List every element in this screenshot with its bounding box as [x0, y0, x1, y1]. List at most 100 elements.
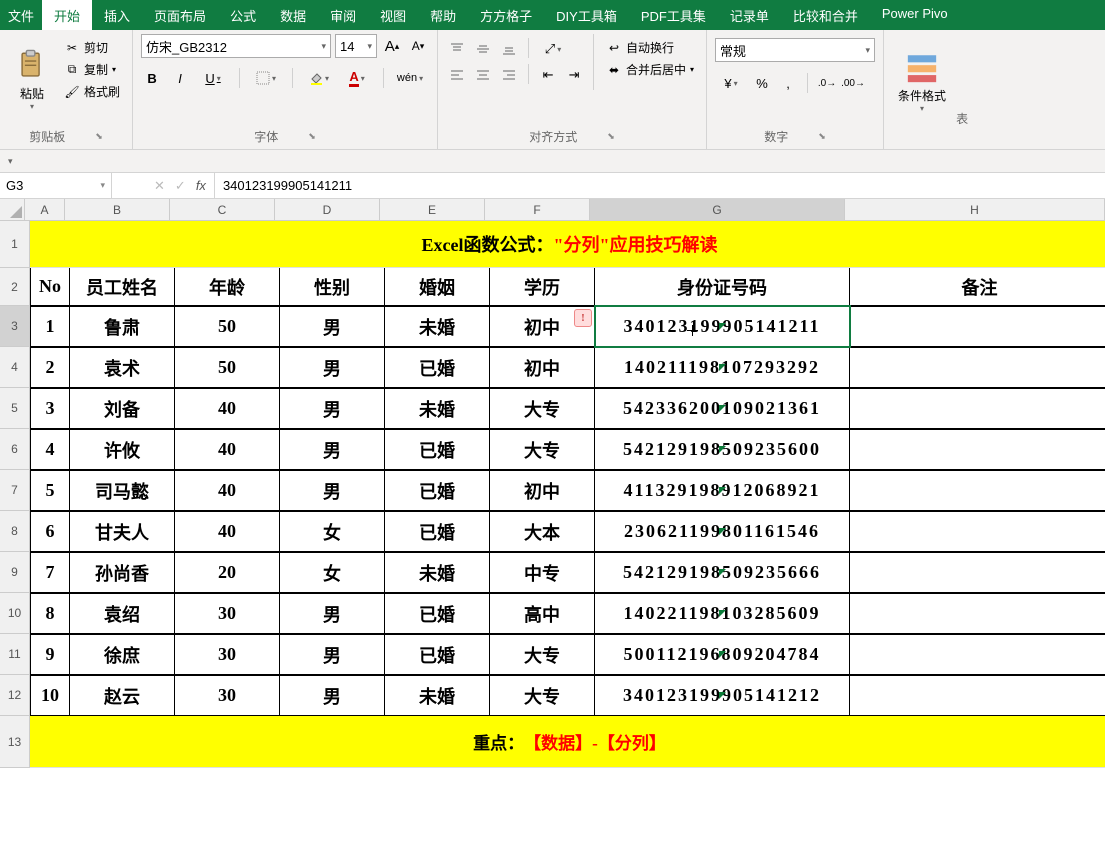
cell[interactable]: 140221198103285609 [595, 593, 850, 634]
cell[interactable]: 中专 [490, 552, 595, 593]
cell[interactable]: 初中! [490, 306, 595, 347]
cell[interactable]: 50 [175, 306, 280, 347]
cell[interactable]: 已婚 [385, 634, 490, 675]
italic-button[interactable]: I [169, 67, 191, 89]
bold-button[interactable]: B [141, 67, 163, 89]
cell[interactable]: 8 [30, 593, 70, 634]
currency-button[interactable]: ¥▾ [715, 72, 747, 94]
font-name-select[interactable]: 仿宋_GB2312 ▾ [141, 34, 331, 58]
row-head-6[interactable]: 6 [0, 429, 30, 470]
font-size-select[interactable]: 14 ▾ [335, 34, 377, 58]
cell[interactable]: 5 [30, 470, 70, 511]
cells-area[interactable]: Excel函数公式："分列"应用技巧解读No员工姓名年龄性别婚姻学历身份证号码备… [30, 221, 1105, 851]
cell[interactable]: 男 [280, 429, 385, 470]
row-head-10[interactable]: 10 [0, 593, 30, 634]
row-head-3[interactable]: 3 [0, 306, 30, 347]
cell[interactable]: 袁绍 [70, 593, 175, 634]
cell[interactable]: 40 [175, 470, 280, 511]
cell[interactable]: 高中 [490, 593, 595, 634]
align-bottom-button[interactable] [498, 38, 520, 60]
cell[interactable]: 孙尚香 [70, 552, 175, 593]
cell[interactable]: 袁术 [70, 347, 175, 388]
cell[interactable]: 未婚 [385, 388, 490, 429]
cell[interactable]: 男 [280, 388, 385, 429]
cell[interactable]: 230621199801161546 [595, 511, 850, 552]
menu-help[interactable]: 帮助 [418, 0, 468, 30]
phonetic-button[interactable]: wén▾ [394, 67, 426, 89]
cell[interactable]: 年龄 [175, 268, 280, 306]
row-head-9[interactable]: 9 [0, 552, 30, 593]
col-head-a[interactable]: A [25, 199, 65, 221]
decrease-font-button[interactable]: A▾ [407, 35, 429, 57]
cell[interactable]: 未婚 [385, 306, 490, 347]
increase-font-button[interactable]: A▴ [381, 35, 403, 57]
paste-button[interactable]: 粘贴 ▾ [8, 34, 56, 126]
cell[interactable] [850, 470, 1105, 511]
row-head-7[interactable]: 7 [0, 470, 30, 511]
menu-home[interactable]: 开始 [42, 0, 92, 30]
cell[interactable]: 男 [280, 470, 385, 511]
cell[interactable]: 542336200109021361 [595, 388, 850, 429]
menu-page-layout[interactable]: 页面布局 [142, 0, 218, 30]
cell[interactable]: 已婚 [385, 593, 490, 634]
cell[interactable]: 男 [280, 306, 385, 347]
cell[interactable]: 男 [280, 347, 385, 388]
menu-formulas[interactable]: 公式 [218, 0, 268, 30]
cell[interactable]: 学历 [490, 268, 595, 306]
menu-compare[interactable]: 比较和合并 [781, 0, 870, 30]
cell[interactable] [850, 347, 1105, 388]
col-head-b[interactable]: B [65, 199, 170, 221]
cell[interactable]: 411329198912068921 [595, 470, 850, 511]
cell[interactable]: 许攸 [70, 429, 175, 470]
col-head-e[interactable]: E [380, 199, 485, 221]
font-color-button[interactable]: A▾ [341, 67, 373, 89]
cell[interactable] [850, 306, 1105, 347]
cell[interactable]: 男 [280, 675, 385, 716]
cell[interactable]: 司马懿 [70, 470, 175, 511]
format-painter-button[interactable]: 🖌 格式刷 [60, 82, 124, 101]
align-left-button[interactable] [446, 64, 468, 86]
increase-indent-button[interactable]: ⇥ [563, 64, 585, 86]
warning-icon[interactable]: ! [574, 309, 592, 327]
cell[interactable]: 6 [30, 511, 70, 552]
col-head-h[interactable]: H [845, 199, 1105, 221]
cell[interactable]: 男 [280, 634, 385, 675]
cut-button[interactable]: ✂ 剪切 [60, 38, 124, 57]
dialog-launcher-icon[interactable]: ⬊ [308, 131, 316, 142]
cell[interactable]: 已婚 [385, 470, 490, 511]
align-top-button[interactable] [446, 38, 468, 60]
cell[interactable] [850, 429, 1105, 470]
cell[interactable]: 542129198509235666 [595, 552, 850, 593]
footer-cell[interactable]: 重点：【数据】-【分列】 [30, 716, 1105, 768]
cell[interactable]: 大专 [490, 429, 595, 470]
cell[interactable]: 30 [175, 675, 280, 716]
cell[interactable]: 备注 [850, 268, 1105, 306]
cell[interactable]: 30 [175, 593, 280, 634]
cell[interactable]: 身份证号码 [595, 268, 850, 306]
comma-button[interactable]: , [777, 72, 799, 94]
cell[interactable]: 10 [30, 675, 70, 716]
menu-record[interactable]: 记录单 [718, 0, 781, 30]
dialog-launcher-icon[interactable]: ⬊ [818, 131, 826, 142]
confirm-icon[interactable]: ✓ [175, 178, 186, 194]
orientation-button[interactable]: ⤢▾ [537, 38, 569, 60]
row-head-13[interactable]: 13 [0, 716, 30, 768]
cell[interactable]: 40 [175, 511, 280, 552]
col-head-g[interactable]: G [590, 199, 845, 221]
select-all-corner[interactable] [0, 199, 25, 221]
cell[interactable]: 已婚 [385, 347, 490, 388]
row-head-11[interactable]: 11 [0, 634, 30, 675]
cell[interactable]: 140211198107293292 [595, 347, 850, 388]
cell[interactable]: 男 [280, 593, 385, 634]
decrease-indent-button[interactable]: ⇤ [537, 64, 559, 86]
menu-powerpivot[interactable]: Power Pivo [870, 0, 960, 30]
cell[interactable]: 甘夫人 [70, 511, 175, 552]
menu-view[interactable]: 视图 [368, 0, 418, 30]
cell[interactable]: 340123199905141212 [595, 675, 850, 716]
row-head-5[interactable]: 5 [0, 388, 30, 429]
cell[interactable]: 2 [30, 347, 70, 388]
fill-color-button[interactable]: ▾ [303, 67, 335, 89]
cell[interactable]: 20 [175, 552, 280, 593]
cell[interactable]: 542129198509235600 [595, 429, 850, 470]
cell[interactable]: 4 [30, 429, 70, 470]
